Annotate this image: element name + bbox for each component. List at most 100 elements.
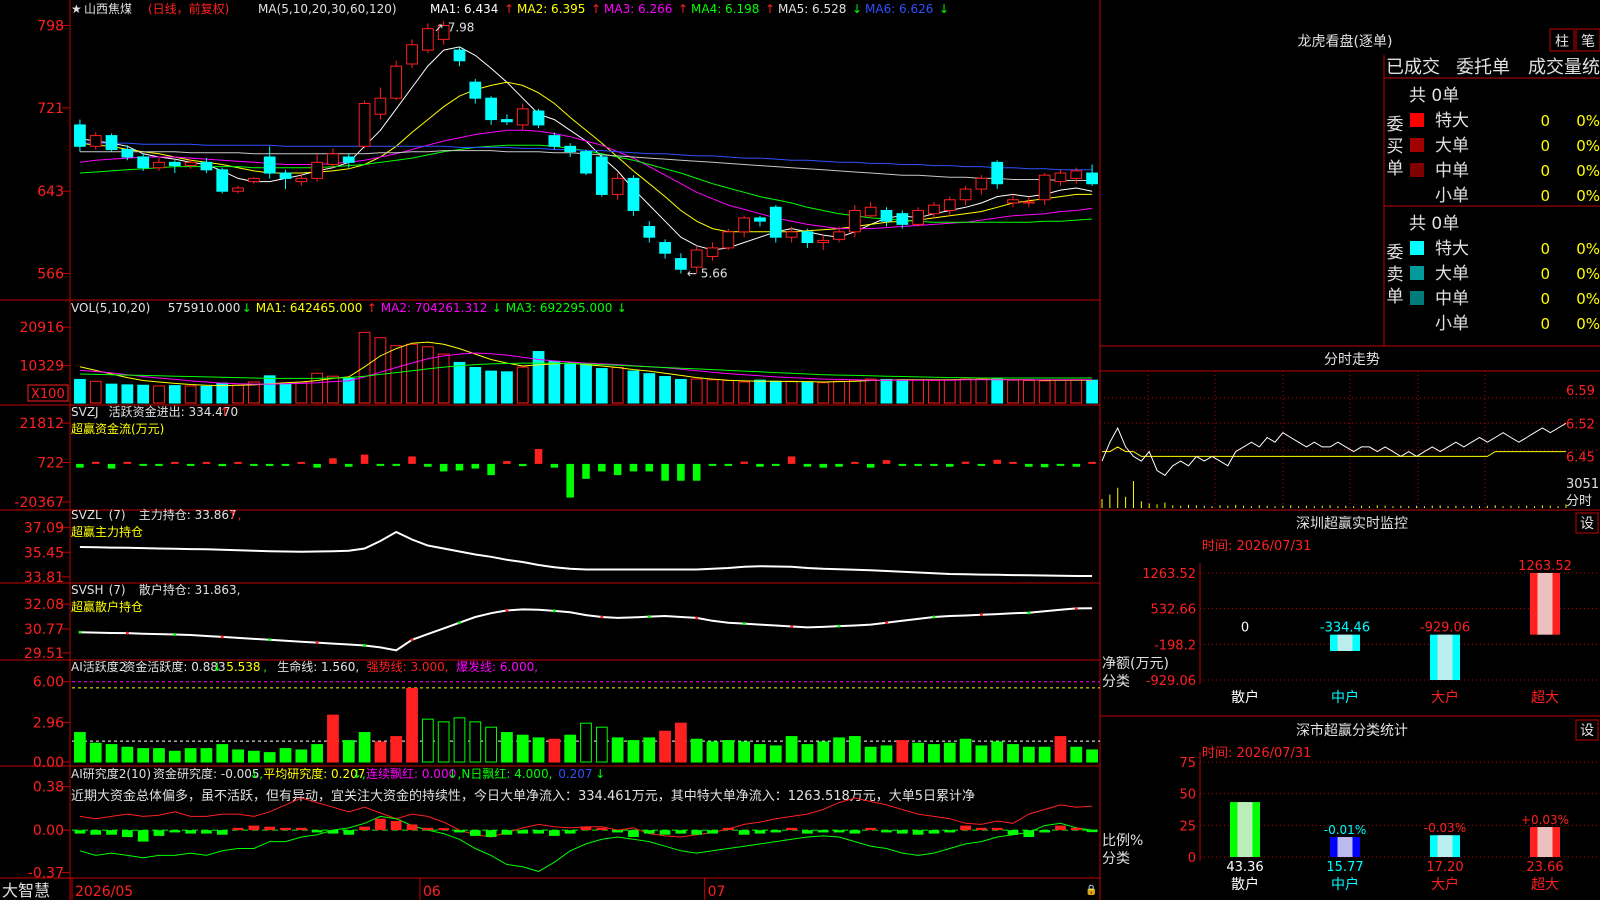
fund-flow-bar: [787, 456, 796, 464]
research-bar: [564, 830, 576, 834]
fund-flow-bar: [772, 463, 780, 466]
y-tick-label: 1263.52: [1142, 567, 1196, 582]
chart-mode[interactable]: (日线，前复权): [148, 1, 229, 16]
activity-bar: [295, 749, 308, 763]
trend-arrow: ↓,: [447, 767, 461, 781]
activity-bar: [580, 722, 592, 763]
activity-bar: [453, 717, 466, 763]
axis-tick-label: 643: [37, 184, 64, 200]
svsh-panel[interactable]: SVSH (7) 散户持仓: 31.863, 超赢散户持仓: [71, 582, 1093, 652]
research-bar: [106, 830, 117, 835]
research-bar: [1086, 830, 1098, 833]
activity-bar: [437, 721, 450, 763]
indicator-value: AI研究度2(10): [71, 766, 151, 781]
bar-value-label: 23.66: [1526, 860, 1563, 875]
volume-bar: [627, 370, 640, 404]
ai-research-panel[interactable]: AI研究度2(10) 资金研究度: -0.005↓, 平均研究度: 0.207↓, 连…: [71, 766, 1100, 872]
axis-tick-label: 30.77: [24, 622, 64, 638]
ma-legend-value: MA6: 6.626: [865, 2, 933, 16]
star-icon[interactable]: ★: [71, 2, 82, 16]
price-chart-panel[interactable]: ★ 山西焦煤 (日线，前复权) MA(5,10,20,30,60,120) MA…: [71, 1, 1098, 281]
classification-stat-panel[interactable]: 深市超赢分类统计 设时间: 2026/07/31 75 50 25 0 比例% 分类 43.36…: [1102, 719, 1600, 893]
lock-icon[interactable]: 🔒: [1085, 884, 1097, 896]
activity-bar: [216, 744, 229, 763]
fund-flow-bar: [866, 463, 875, 468]
longhu-tab[interactable]: 成交量统计: [1528, 57, 1600, 78]
retail-position-dot: [932, 615, 936, 619]
research-bar: [327, 830, 339, 834]
bar-value-label: 17.20: [1426, 860, 1463, 875]
panel-subtitle: 超赢资金流(万元): [71, 421, 164, 436]
retail-position-dot: [457, 621, 461, 625]
panel-subtitle: 超赢散户持仓: [71, 599, 143, 614]
category-bar-highlight: [1537, 827, 1553, 857]
activity-bar: [848, 736, 861, 763]
date-label: 2026/05: [75, 884, 133, 900]
ai-activity-panel[interactable]: AI活跃度2资金活跃度: 0.883↓ 5.538, 生命线: 1.560, 强势线:…: [71, 659, 1100, 763]
activity-bar: [1022, 746, 1035, 763]
side-label-char: 单: [1387, 159, 1404, 179]
activity-bar: [374, 741, 387, 763]
y-tick-label: 532.66: [1151, 603, 1197, 618]
candle-body: [168, 161, 181, 167]
tick-view-label: 笔: [1581, 34, 1595, 50]
order-total: 共 0单: [1409, 214, 1459, 234]
order-size-label: 小单: [1435, 186, 1469, 206]
fund-flow-bar: [91, 461, 100, 464]
fund-flow-bar: [1072, 463, 1081, 467]
fund-flow-bar: [566, 463, 574, 498]
volume-bar: [690, 378, 703, 404]
volume-bar: [121, 384, 134, 404]
retail-position-dot: [1027, 611, 1031, 615]
candle-body: [1054, 172, 1067, 183]
realtime-monitor-panel[interactable]: 深圳超赢实时监控 设时间: 2026/07/31 1263.52 532.66 -198…: [1102, 512, 1600, 706]
activity-bar: [896, 740, 909, 763]
research-bar: [1007, 830, 1019, 835]
indicator-value: SVZJ: [71, 405, 99, 419]
ma-trend-arrow: ↓: [852, 2, 862, 16]
longhu-tab[interactable]: 委托单: [1456, 57, 1510, 78]
candle-body: [548, 135, 561, 147]
category-bar-highlight: [1237, 802, 1253, 857]
activity-bar: [754, 744, 766, 763]
volume-bar: [595, 368, 608, 404]
candle-body: [121, 149, 134, 158]
fund-flow-bar: [1040, 463, 1049, 468]
fund-flow-bar: [1056, 463, 1065, 466]
candle-body: [991, 161, 1004, 185]
indicator-value: 575910.000: [168, 301, 241, 315]
ma-param[interactable]: MA(5,10,20,30,60,120): [258, 2, 397, 16]
svzl-panel[interactable]: SVZL (7) 主力持仓: 33.867↑, 超赢主力持仓: [71, 507, 1093, 577]
indicator-value: 资金研究度: -0.005: [153, 766, 260, 781]
research-bar: [533, 830, 544, 834]
order-count: 0: [1540, 162, 1550, 180]
fund-flow-bar: [961, 461, 970, 464]
longhu-tab[interactable]: 已成交: [1386, 57, 1440, 78]
fund-flow-bar: [851, 461, 859, 464]
bar-value-label: 15.77: [1326, 860, 1363, 875]
fund-flow-bar: [550, 463, 559, 468]
axis-tick-label: 29.51: [24, 646, 64, 662]
volume-bar: [295, 381, 308, 404]
volume-bar: [580, 363, 592, 404]
indicator-value: 5.538: [226, 660, 260, 674]
activity-bar: [74, 732, 86, 763]
indicator-value: 0.207: [558, 767, 592, 781]
research-bar: [849, 830, 861, 834]
activity-bar: [1007, 744, 1019, 763]
indicator-value: 生命线: 1.560,: [277, 659, 359, 674]
svzj-panel[interactable]: SVZJ 活跃资金进出: 334.470↑超赢资金流(万元): [71, 404, 1096, 498]
volume-bar: [485, 370, 497, 404]
bar-value-label: -334.46: [1320, 621, 1370, 636]
bar-value-label: 0: [1241, 621, 1249, 636]
retail-position-dot: [315, 641, 319, 645]
candle-body: [1086, 172, 1098, 185]
activity-bar: [769, 745, 782, 763]
research-bar: [976, 827, 987, 831]
intraday-panel[interactable]: 分时走势 6.59 6.52 6.45 30515 分时: [1100, 352, 1600, 510]
research-bar: [216, 830, 228, 835]
activity-bar: [105, 744, 118, 763]
fund-flow-bar: [945, 463, 954, 467]
volume-panel[interactable]: VOL(5,10,20) 575910.000 ↓ MA1: 642465.000 ↑ M…: [27, 301, 1098, 404]
retail-position-dot: [363, 644, 367, 647]
